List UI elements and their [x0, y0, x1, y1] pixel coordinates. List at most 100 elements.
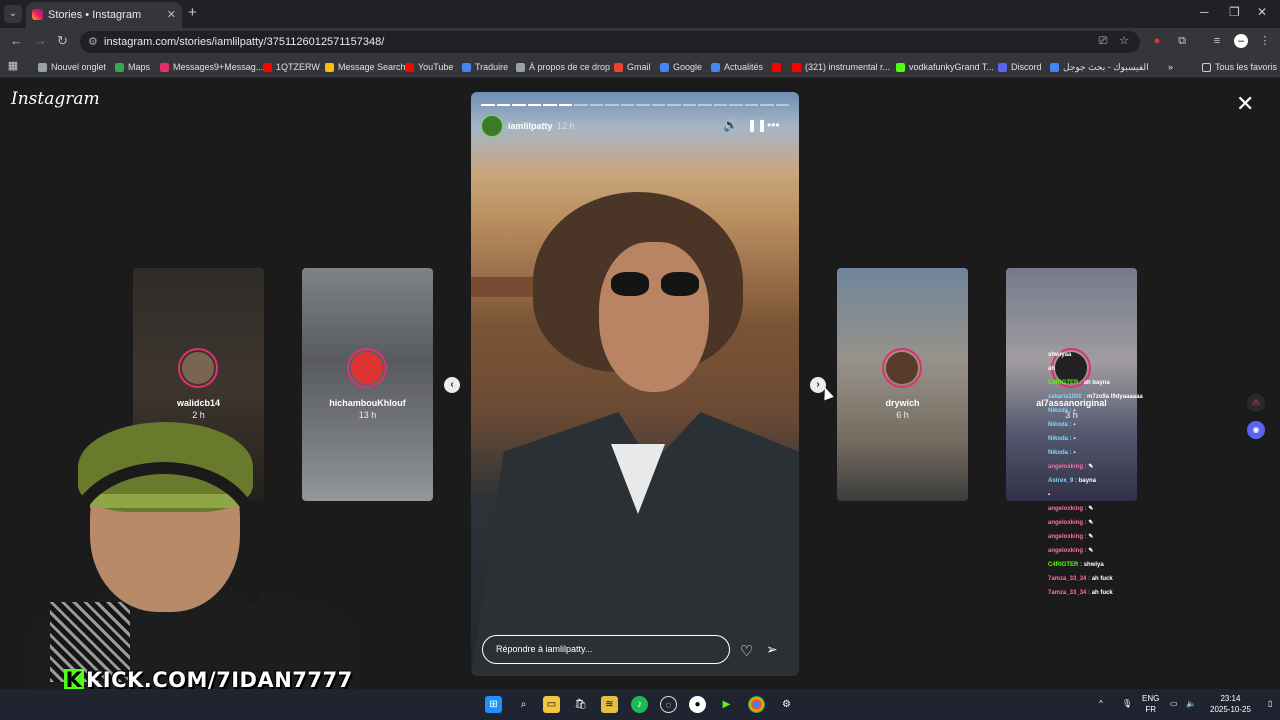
apps-grid-icon[interactable]: ▦: [6, 59, 20, 73]
language-indicator[interactable]: ENG FR: [1142, 693, 1159, 715]
bookmark-item[interactable]: (321) instrumental r...: [792, 60, 890, 74]
app-stack-icon[interactable]: ≋: [601, 696, 618, 713]
chat-message: angeloxking : ✎: [1048, 460, 1198, 474]
previous-story-button[interactable]: ‹: [444, 377, 460, 393]
kick-url-text: KICK.COM/7IDAN7777: [86, 668, 353, 689]
site-info-icon[interactable]: ⚙: [88, 31, 98, 53]
chat-username: Nikoda :: [1048, 408, 1072, 414]
kick-taskbar-icon[interactable]: ▶: [718, 696, 735, 713]
spotify-icon[interactable]: ♪: [631, 696, 648, 713]
chat-message: Nikoda : ▪: [1048, 446, 1198, 460]
store-icon[interactable]: 🛍: [572, 696, 589, 713]
bookmark-label: Google: [673, 62, 703, 72]
tab-instagram[interactable]: Stories • Instagram ✕: [26, 2, 182, 28]
bookmark-favicon-icon: [711, 63, 720, 72]
reload-icon[interactable]: ↻: [57, 33, 68, 49]
notifications-icon[interactable]: ▯: [1268, 698, 1272, 709]
address-bar[interactable]: ⚙ instagram.com/stories/iamlilpatty/3751…: [80, 31, 1140, 53]
progress-segment: [512, 104, 526, 106]
tab-close-icon[interactable]: ✕: [167, 2, 176, 28]
bookmark-label: Actualités: [724, 62, 764, 72]
network-icon[interactable]: ▭: [1170, 698, 1178, 709]
reading-list-icon[interactable]: ≡: [1210, 34, 1224, 48]
settings-gear-icon[interactable]: ⚙: [778, 696, 795, 713]
clock[interactable]: 23:14 2025-10-25: [1210, 693, 1251, 715]
story-author-username[interactable]: iamlilpatty: [508, 121, 553, 131]
microphone-icon[interactable]: 🎙: [1122, 698, 1132, 709]
story-author-avatar[interactable]: [481, 115, 503, 137]
chat-message: angeloxking : ✎: [1048, 530, 1198, 544]
volume-icon[interactable]: 🔈: [1186, 698, 1196, 709]
bookmarks-overflow-icon[interactable]: »: [1168, 60, 1173, 74]
progress-segment: [698, 104, 712, 106]
profile-avatar-icon[interactable]: –: [1234, 34, 1248, 48]
bookmark-item[interactable]: Nouvel onglet: [38, 60, 106, 74]
current-story[interactable]: iamlilpatty 12 h 🔊 ❚❚ ••• Répondre à iam…: [471, 92, 799, 676]
floating-widget-icon[interactable]: ⁂: [1247, 394, 1265, 412]
bookmark-item[interactable]: الفيسبوك - بحث جوجل: [1050, 60, 1149, 74]
bookmark-label: Nouvel onglet: [51, 62, 107, 72]
bookmark-item[interactable]: Google: [660, 60, 702, 74]
obs-icon[interactable]: ●: [689, 696, 706, 713]
bookmark-item[interactable]: Message Search: [325, 60, 406, 74]
chat-text: ▪: [1048, 492, 1051, 498]
bookmark-item[interactable]: Traduire: [462, 60, 508, 74]
bookmark-star-icon[interactable]: ☆: [1117, 34, 1131, 48]
bookmark-item[interactable]: vodkafunkyGrand T...: [896, 60, 994, 74]
bookmark-item[interactable]: Discord: [998, 60, 1042, 74]
instagram-logo[interactable]: Instagram: [11, 89, 100, 109]
clock-date: 2025-10-25: [1210, 705, 1251, 714]
progress-segment: [496, 104, 510, 106]
tray-overflow-icon[interactable]: ^: [1099, 698, 1103, 709]
extension-red-icon[interactable]: ●: [1150, 34, 1164, 48]
menu-kebab-icon[interactable]: ⋮: [1258, 34, 1272, 48]
more-options-icon[interactable]: •••: [767, 118, 780, 132]
chat-message: 7amza_33_34 : ah fuck: [1048, 572, 1198, 586]
bookmark-item[interactable]: Actualités: [711, 60, 763, 74]
window-close-icon[interactable]: ✕: [1257, 5, 1267, 19]
chat-message: Nikoda : ▪: [1048, 418, 1198, 432]
story-progress-bar: [481, 104, 789, 106]
all-favorites-label: Tous les favoris: [1215, 62, 1278, 72]
bookmark-item[interactable]: 1QTZERW: [263, 60, 320, 74]
bookmark-item[interactable]: Gmail: [614, 60, 651, 74]
bookmark-item[interactable]: YouTube: [405, 60, 453, 74]
story-preview-drywich[interactable]: drywich 6 h: [837, 268, 968, 501]
bookmark-item[interactable]: Maps: [115, 60, 150, 74]
send-icon[interactable]: ➢: [766, 641, 778, 658]
chat-message: ah: [1048, 362, 1198, 376]
search-icon[interactable]: ⌕: [515, 696, 532, 713]
windows-taskbar: ⊞ ⌕ ▭ 🛍 ≋ ♪ ◌ ● ▶ ⚙ ^ 🎙 ENG FR ▭ 🔈 23:14…: [0, 689, 1280, 720]
chat-text: ▪: [1073, 422, 1076, 428]
chat-username: angeloxking :: [1048, 464, 1087, 470]
install-app-icon[interactable]: ⎚: [1096, 34, 1110, 48]
browser-toolbar: ← → ↻ ⚙ instagram.com/stories/iamlilpatt…: [0, 28, 1280, 56]
bookmark-label: YouTube: [418, 62, 454, 72]
reply-input[interactable]: Répondre à iamlilpatty...: [482, 635, 730, 664]
app-circle-icon[interactable]: ◌: [660, 696, 677, 713]
extensions-puzzle-icon[interactable]: ⧉: [1175, 34, 1189, 48]
all-favorites-folder[interactable]: Tous les favoris: [1202, 60, 1277, 74]
tab-search-button[interactable]: ⌄: [4, 5, 22, 23]
restore-icon[interactable]: ❐: [1229, 5, 1240, 19]
back-icon[interactable]: ←: [10, 33, 23, 48]
forward-icon[interactable]: →: [34, 33, 47, 48]
chat-text: ✎: [1088, 520, 1094, 526]
new-tab-button[interactable]: +: [188, 4, 197, 21]
chat-text: shwiya: [1083, 562, 1104, 568]
bookmark-favicon-icon: [405, 63, 414, 72]
bookmark-item[interactable]: À propos de ce drop: [516, 60, 610, 74]
pause-icon[interactable]: ❚❚: [747, 118, 767, 132]
progress-segment: [682, 104, 696, 106]
start-menu-icon[interactable]: ⊞: [485, 696, 502, 713]
progress-segment: [558, 104, 572, 106]
bookmark-item[interactable]: Messages9+Messag...: [160, 60, 263, 74]
heart-icon[interactable]: ♡: [740, 642, 753, 660]
chrome-icon[interactable]: [748, 696, 765, 713]
story-preview-time: 13 h: [358, 410, 377, 420]
close-story-icon[interactable]: ✕: [1236, 93, 1254, 115]
mute-icon[interactable]: 🔊: [723, 118, 738, 132]
minimize-icon[interactable]: ─: [1200, 5, 1209, 19]
file-explorer-icon[interactable]: ▭: [543, 696, 560, 713]
discord-overlay-icon[interactable]: ◉: [1247, 421, 1265, 439]
